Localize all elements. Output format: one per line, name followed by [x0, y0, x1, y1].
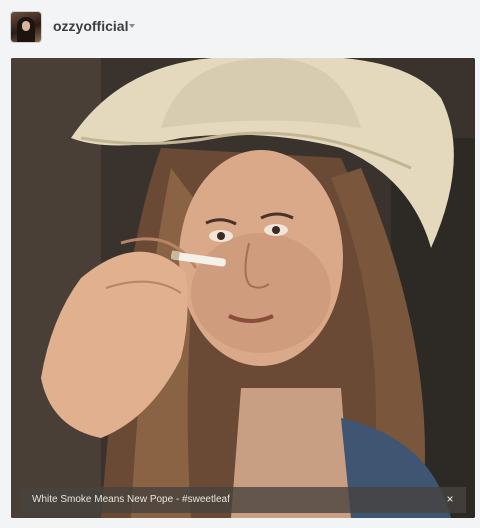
close-icon[interactable]: ×	[443, 492, 457, 506]
avatar-face	[22, 21, 30, 31]
photo-caption-bar: White Smoke Means New Pope - #sweetleaf …	[20, 487, 466, 513]
username-link[interactable]: ozzyofficial	[53, 18, 128, 34]
post-header: ozzyofficial	[0, 0, 480, 56]
photo-illustration	[11, 58, 475, 518]
post-photo	[11, 58, 475, 518]
avatar[interactable]	[11, 12, 41, 42]
photo-caption: White Smoke Means New Pope - #sweetleaf	[32, 494, 230, 505]
chevron-down-icon[interactable]	[129, 24, 135, 28]
